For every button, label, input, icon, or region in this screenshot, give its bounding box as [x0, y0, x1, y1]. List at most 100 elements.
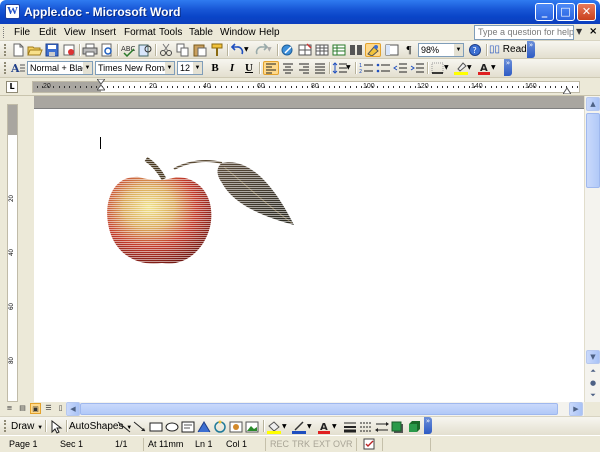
- line-spacing-dropdown-icon[interactable]: ▼: [346, 61, 353, 75]
- spelling-status-icon[interactable]: [363, 438, 377, 450]
- status-trk[interactable]: TRK: [292, 438, 310, 451]
- menu-edit[interactable]: Edit: [37, 26, 58, 39]
- insert-table-icon[interactable]: [314, 43, 330, 57]
- help-search-input[interactable]: Type a question for help: [474, 25, 574, 40]
- status-rec[interactable]: REC: [270, 438, 289, 451]
- horizontal-ruler[interactable]: L 20 20 40 60 80 100 120 140 160: [0, 78, 600, 96]
- 3d-style-icon[interactable]: [406, 420, 422, 434]
- zoom-select[interactable]: 98% ▼: [418, 43, 464, 57]
- style-select[interactable]: Normal + Black ▼: [27, 61, 93, 75]
- format-painter-icon[interactable]: [209, 43, 225, 57]
- permission-icon[interactable]: [61, 43, 77, 57]
- redo-dropdown-icon[interactable]: ▼: [267, 43, 274, 57]
- fill-color-dropdown-icon[interactable]: ▼: [282, 420, 289, 434]
- font-color-dropdown-icon[interactable]: ▼: [491, 61, 498, 75]
- status-ext[interactable]: EXT: [313, 438, 331, 451]
- font-select[interactable]: Times New Roman ▼: [95, 61, 175, 75]
- align-right-icon[interactable]: [296, 61, 312, 75]
- scroll-left-button[interactable]: ◀: [66, 402, 80, 416]
- spelling-icon[interactable]: ABC: [120, 43, 136, 57]
- close-button[interactable]: ✕: [577, 3, 596, 21]
- vertical-scroll-thumb[interactable]: [586, 113, 600, 188]
- insert-picture-icon[interactable]: [244, 420, 260, 434]
- print-preview-icon[interactable]: [99, 43, 115, 57]
- print-layout-icon[interactable]: ▣: [30, 403, 41, 414]
- font-color-icon[interactable]: A: [476, 61, 492, 75]
- increase-indent-icon[interactable]: [409, 61, 425, 75]
- vertical-ruler[interactable]: 20 40 60 80: [7, 104, 18, 402]
- font-color-draw-icon[interactable]: A: [316, 420, 332, 434]
- outline-view-icon[interactable]: ☰: [43, 403, 54, 414]
- indent-marker-icon[interactable]: [95, 78, 107, 95]
- scroll-down-button[interactable]: ▼: [586, 350, 600, 364]
- numbering-icon[interactable]: 12: [358, 61, 374, 75]
- select-objects-icon[interactable]: [48, 420, 64, 434]
- diagram-icon[interactable]: [212, 420, 228, 434]
- vertical-scrollbar[interactable]: ▲ ▼ ⏶ ● ⏷: [584, 96, 600, 402]
- document-page[interactable]: [34, 108, 584, 402]
- columns-icon[interactable]: [348, 43, 364, 57]
- wordart-icon[interactable]: [196, 420, 212, 434]
- line-style-icon[interactable]: [342, 420, 358, 434]
- bullets-icon[interactable]: [375, 61, 391, 75]
- maximize-button[interactable]: □: [556, 3, 575, 21]
- open-folder-icon[interactable]: [27, 43, 43, 57]
- ruler-strip[interactable]: 20 20 40 60 80 100 120 140 160: [32, 78, 580, 95]
- save-icon[interactable]: [44, 43, 60, 57]
- shadow-style-icon[interactable]: [390, 420, 406, 434]
- line-icon[interactable]: [116, 420, 132, 434]
- menu-insert[interactable]: Insert: [89, 26, 118, 39]
- word-app-icon[interactable]: W: [5, 4, 20, 19]
- document-map-icon[interactable]: [384, 43, 400, 57]
- highlight-dropdown-icon[interactable]: ▼: [467, 61, 474, 75]
- bold-button[interactable]: B: [208, 61, 222, 75]
- menu-help[interactable]: Help: [257, 26, 282, 39]
- horizontal-scrollbar[interactable]: ◀ ▶: [66, 402, 584, 416]
- italic-button[interactable]: I: [225, 61, 239, 75]
- menu-tools[interactable]: Tools: [157, 26, 184, 39]
- web-layout-icon[interactable]: ▤: [17, 403, 28, 414]
- insert-excel-icon[interactable]: [331, 43, 347, 57]
- scroll-up-button[interactable]: ▲: [586, 97, 600, 111]
- decrease-indent-icon[interactable]: [392, 61, 408, 75]
- menu-grip[interactable]: [3, 27, 6, 38]
- normal-view-icon[interactable]: ≡: [4, 403, 15, 414]
- reading-layout-icon[interactable]: ▯: [55, 403, 66, 414]
- clip-art-icon[interactable]: [228, 420, 244, 434]
- draw-menu-button[interactable]: Draw ▼: [11, 420, 43, 435]
- styles-formatting-icon[interactable]: A: [10, 61, 26, 75]
- align-center-icon[interactable]: [280, 61, 296, 75]
- menu-format[interactable]: Format: [122, 26, 158, 39]
- research-icon[interactable]: [137, 43, 153, 57]
- show-hide-formatting-icon[interactable]: ¶: [402, 43, 416, 57]
- rectangle-icon[interactable]: [148, 420, 164, 434]
- underline-button[interactable]: U: [242, 61, 256, 75]
- document-close-icon[interactable]: ×: [589, 26, 597, 37]
- menu-view[interactable]: View: [62, 26, 88, 39]
- dash-style-icon[interactable]: [358, 420, 374, 434]
- toolbar-grip[interactable]: [4, 62, 7, 74]
- copy-icon[interactable]: [175, 43, 191, 57]
- horizontal-scroll-thumb[interactable]: [80, 403, 558, 415]
- toolbar-grip[interactable]: [4, 420, 7, 432]
- menu-file[interactable]: File: [12, 26, 32, 39]
- toolbar-grip[interactable]: [4, 44, 7, 56]
- font-color-draw-dropdown-icon[interactable]: ▼: [332, 420, 339, 434]
- oval-icon[interactable]: [164, 420, 180, 434]
- border-dropdown-icon[interactable]: ▼: [444, 61, 451, 75]
- toolbar-options-icon[interactable]: »: [504, 59, 512, 76]
- drawing-toggle-icon[interactable]: [365, 43, 381, 57]
- document-area[interactable]: [34, 96, 584, 402]
- cut-icon[interactable]: [158, 43, 174, 57]
- text-box-icon[interactable]: [180, 420, 196, 434]
- paste-icon[interactable]: [192, 43, 208, 57]
- apple-picture[interactable]: [104, 155, 304, 275]
- undo-dropdown-icon[interactable]: ▼: [244, 43, 251, 57]
- arrow-style-icon[interactable]: [374, 420, 390, 434]
- minimize-button[interactable]: _: [535, 3, 554, 21]
- justify-icon[interactable]: [312, 61, 328, 75]
- tab-stop-selector[interactable]: L: [6, 81, 18, 93]
- help-icon[interactable]: ?: [467, 43, 483, 57]
- tables-borders-icon[interactable]: [297, 43, 313, 57]
- scroll-right-button[interactable]: ▶: [569, 402, 583, 416]
